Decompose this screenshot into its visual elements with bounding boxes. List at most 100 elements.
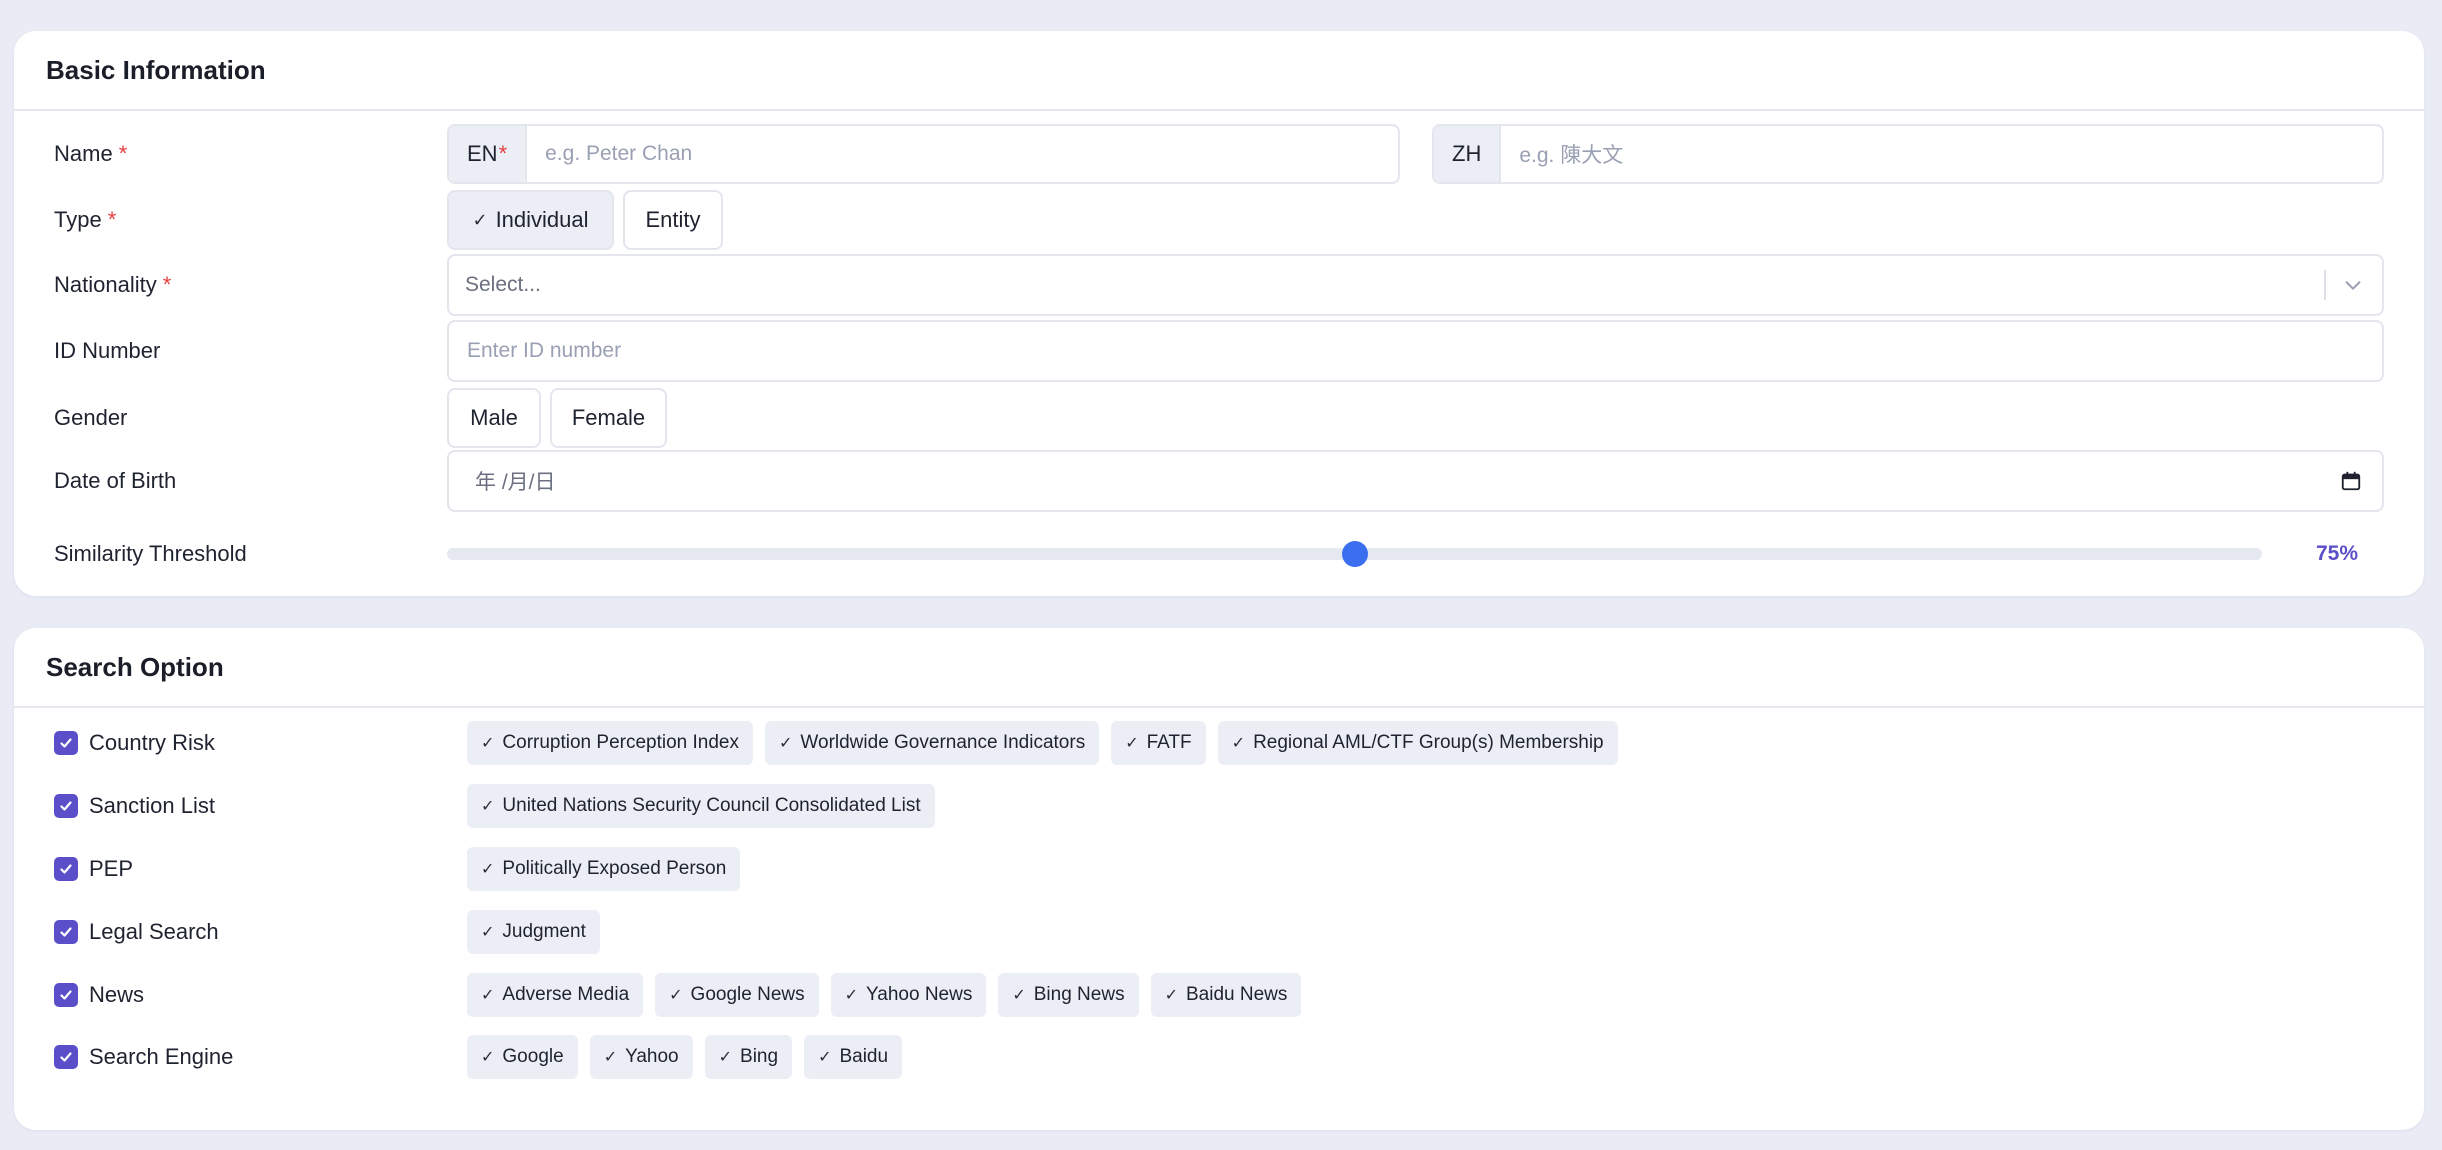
source-chip-label: Politically Exposed Person bbox=[502, 858, 727, 879]
source-chip-label: Google News bbox=[690, 984, 805, 1005]
option-label: Legal Search bbox=[89, 919, 219, 944]
calendar-icon[interactable] bbox=[2340, 470, 2362, 492]
dob-label: Date of Birth bbox=[54, 468, 177, 493]
name-label-text: Name bbox=[54, 141, 113, 166]
source-chip-label: Baidu News bbox=[1185, 984, 1288, 1005]
option-checkbox[interactable] bbox=[54, 1045, 78, 1069]
type-individual-button[interactable]: ✓ Individual bbox=[447, 190, 614, 250]
option-label: News bbox=[89, 982, 145, 1007]
check-icon: ✓ bbox=[481, 861, 495, 878]
source-chip[interactable]: ✓ Politically Exposed Person bbox=[467, 847, 741, 891]
source-chip[interactable]: ✓ United Nations Security Council Consoli… bbox=[467, 784, 935, 828]
type-entity-button[interactable]: Entity bbox=[623, 190, 723, 250]
search-option-row: Search Engine ✓ Google ✓ Yahoo ✓ Bing ✓ Baidu bbox=[14, 1035, 2424, 1079]
option-checkbox[interactable] bbox=[54, 794, 78, 818]
option-checkbox[interactable] bbox=[54, 983, 78, 1007]
dob-input[interactable]: 年 /月/日 bbox=[449, 466, 556, 496]
name-en-input[interactable]: e.g. Peter Chan bbox=[527, 142, 692, 166]
checkbox-check-icon bbox=[60, 990, 72, 1000]
search-option-row: Sanction List ✓ United Nations Security Co… bbox=[14, 784, 2424, 828]
id-number-label: ID Number bbox=[54, 338, 161, 363]
checkbox-check-icon bbox=[60, 1052, 72, 1062]
checkbox-check-icon bbox=[60, 927, 72, 937]
source-chip[interactable]: ✓ Yahoo bbox=[589, 1035, 693, 1079]
en-addon: EN * bbox=[449, 126, 528, 182]
check-icon: ✓ bbox=[844, 987, 859, 1004]
checkbox-check-icon bbox=[60, 738, 72, 748]
source-chip[interactable]: ✓ Worldwide Governance Indicators bbox=[765, 721, 1100, 765]
en-addon-text: EN bbox=[467, 141, 498, 166]
check-icon: ✓ bbox=[779, 735, 793, 752]
source-chip-label: Baidu bbox=[839, 1046, 889, 1067]
option-label: Country Risk bbox=[89, 730, 215, 755]
search-option-row: Legal Search ✓ Judgment bbox=[14, 910, 2424, 954]
source-chip[interactable]: ✓ Bing News bbox=[998, 973, 1139, 1017]
source-chip-group: ✓ Google ✓ Yahoo ✓ Bing ✓ Baidu bbox=[467, 1035, 903, 1079]
type-label: Type * bbox=[54, 190, 116, 250]
nationality-select[interactable]: Select... bbox=[447, 254, 2384, 316]
type-entity-label: Entity bbox=[645, 207, 701, 232]
checkbox-check-icon bbox=[60, 864, 72, 874]
required-mark: * bbox=[107, 207, 117, 232]
check-icon: ✓ bbox=[481, 735, 495, 752]
source-chip-label: Yahoo bbox=[625, 1046, 679, 1067]
source-chip-label: Bing bbox=[740, 1046, 779, 1067]
option-label: PEP bbox=[89, 856, 134, 881]
source-chip[interactable]: ✓ Google bbox=[467, 1035, 578, 1079]
id-number-input[interactable]: Enter ID number bbox=[449, 339, 621, 363]
source-chip-group: ✓ Corruption Perception Index ✓ Worldwide G… bbox=[467, 721, 1618, 765]
gender-male-button[interactable]: Male bbox=[447, 388, 541, 448]
check-icon: ✓ bbox=[1231, 735, 1246, 752]
option-checkbox[interactable] bbox=[54, 920, 78, 944]
check-icon: ✓ bbox=[481, 924, 495, 941]
gender-row: Gender Male Female bbox=[14, 388, 2424, 448]
source-chip[interactable]: ✓ Baidu News bbox=[1150, 973, 1302, 1017]
gender-female-button[interactable]: Female bbox=[550, 388, 667, 448]
dob-field[interactable]: 年 /月/日 bbox=[447, 450, 2384, 512]
nationality-label: Nationality * bbox=[54, 254, 171, 316]
name-zh-input[interactable]: e.g. 陳大文 bbox=[1501, 139, 1623, 169]
nationality-row: Nationality * Select... bbox=[14, 254, 2424, 316]
source-chip[interactable]: ✓ Adverse Media bbox=[467, 973, 644, 1017]
search-option-row: PEP ✓ Politically Exposed Person bbox=[14, 847, 2424, 891]
source-chip-group: ✓ Politically Exposed Person bbox=[467, 847, 741, 891]
option-checkbox[interactable] bbox=[54, 857, 78, 881]
check-icon: ✓ bbox=[481, 798, 495, 815]
source-chip[interactable]: ✓ Regional AML/CTF Group(s) Membership bbox=[1217, 721, 1618, 765]
source-chip-label: Worldwide Governance Indicators bbox=[800, 732, 1086, 753]
check-icon: ✓ bbox=[1012, 987, 1026, 1004]
source-chip-label: Corruption Perception Index bbox=[502, 732, 739, 753]
source-chip-group: ✓ Adverse Media ✓ Google News ✓ Yahoo News ✓ Bi… bbox=[467, 973, 1302, 1017]
nationality-placeholder: Select... bbox=[465, 273, 541, 296]
gender-male-label: Male bbox=[470, 405, 518, 430]
source-chip-label: Adverse Media bbox=[502, 984, 630, 1005]
source-chip-label: Yahoo News bbox=[866, 984, 973, 1005]
check-icon: ✓ bbox=[472, 209, 488, 230]
id-number-field[interactable]: Enter ID number bbox=[447, 320, 2384, 382]
check-icon: ✓ bbox=[481, 987, 495, 1004]
name-row: Name * EN * e.g. Peter Chan ZH e.g. 陳大文 bbox=[14, 124, 2424, 184]
source-chip[interactable]: ✓ Baidu bbox=[804, 1035, 903, 1079]
option-checkbox[interactable] bbox=[54, 731, 78, 755]
similarity-slider-thumb[interactable] bbox=[1342, 541, 1368, 567]
type-row: Type * ✓ Individual Entity bbox=[14, 190, 2424, 250]
search-option-header: Search Option bbox=[14, 628, 2424, 708]
source-chip-label: FATF bbox=[1146, 732, 1192, 753]
similarity-row: Similarity Threshold 75% bbox=[14, 537, 2424, 571]
check-icon: ✓ bbox=[818, 1049, 832, 1066]
source-chip-label: Regional AML/CTF Group(s) Membership bbox=[1253, 732, 1604, 753]
option-label: Sanction List bbox=[89, 793, 215, 818]
source-chip[interactable]: ✓ Corruption Perception Index bbox=[467, 721, 753, 765]
check-icon: ✓ bbox=[1164, 987, 1178, 1004]
option-label: Search Engine bbox=[89, 1044, 234, 1069]
source-chip[interactable]: ✓ FATF bbox=[1111, 721, 1206, 765]
name-en-field[interactable]: EN * e.g. Peter Chan bbox=[447, 124, 1400, 184]
required-mark: * bbox=[162, 272, 172, 297]
source-chip[interactable]: ✓ Google News bbox=[655, 973, 819, 1017]
source-chip[interactable]: ✓ Judgment bbox=[467, 910, 600, 954]
source-chip-label: Judgment bbox=[502, 921, 586, 942]
chevron-down-icon[interactable] bbox=[2342, 274, 2364, 296]
source-chip[interactable]: ✓ Yahoo News bbox=[830, 973, 987, 1017]
name-zh-field[interactable]: ZH e.g. 陳大文 bbox=[1432, 124, 2384, 184]
source-chip[interactable]: ✓ Bing bbox=[704, 1035, 793, 1079]
